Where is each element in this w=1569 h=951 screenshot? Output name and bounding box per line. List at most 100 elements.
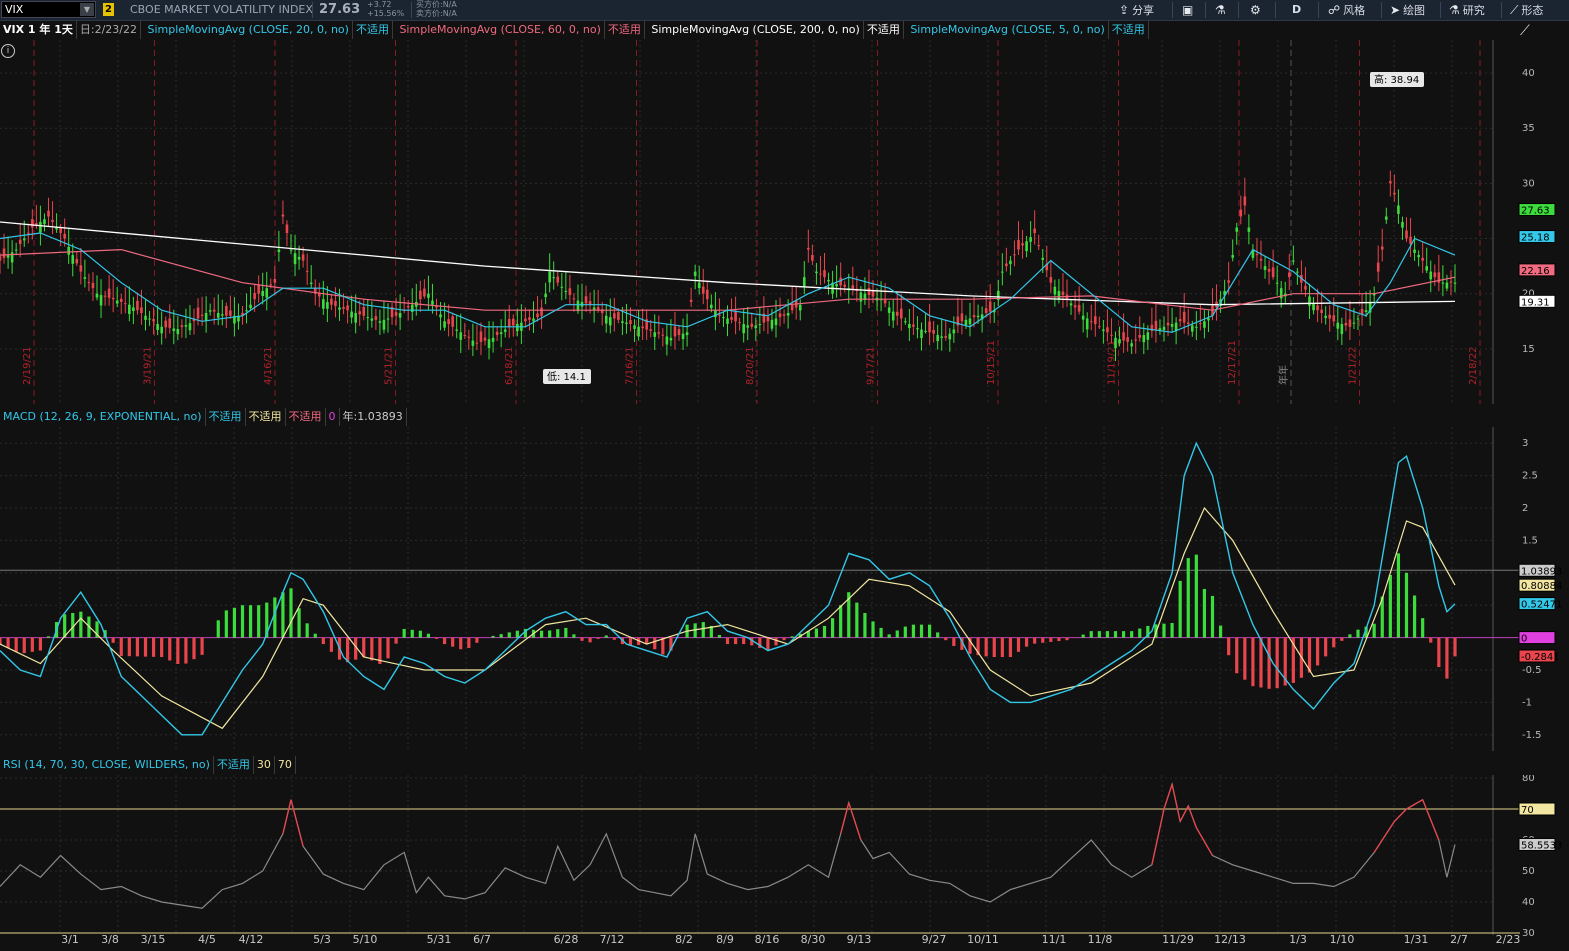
macd-histogram-bar xyxy=(224,610,228,638)
candle-body xyxy=(447,319,450,325)
macd-histogram-bar xyxy=(394,637,398,644)
macd-histogram-bar xyxy=(1315,637,1320,666)
candle-body xyxy=(1102,329,1105,332)
candle-body xyxy=(2,248,6,258)
expiry-date-label: 10/15/21 xyxy=(986,340,997,385)
candle-body xyxy=(370,318,374,321)
candle-body xyxy=(410,304,414,312)
candle-body xyxy=(1287,272,1291,278)
candle-body xyxy=(277,249,281,253)
macd-label[interactable]: MACD (12, 26, 9, EXPONENTIAL, no) xyxy=(0,408,206,426)
candle-body xyxy=(657,332,661,334)
candle-body xyxy=(354,313,357,323)
bid-ask-block: 买方价:N/A 卖方价:N/A xyxy=(416,0,457,18)
candle-body xyxy=(516,324,519,332)
candle-body xyxy=(552,277,556,279)
candle-body xyxy=(592,307,596,310)
rsi-overbought-segment xyxy=(1171,784,1181,822)
macd-histogram-bar xyxy=(790,636,794,638)
x-tick-label: 8/16 xyxy=(755,933,780,946)
flask-button[interactable]: ⚗ xyxy=(1215,2,1229,18)
settings-button[interactable]: ⚙ xyxy=(1250,2,1264,18)
candle-body xyxy=(14,249,18,251)
candle-body xyxy=(293,253,297,265)
candle-body xyxy=(661,334,665,336)
divider xyxy=(1238,2,1239,18)
study-sma60-value: 不适用 xyxy=(605,21,645,39)
candle-body xyxy=(1077,304,1081,312)
candle-body xyxy=(156,324,159,330)
macd-histogram-bar xyxy=(434,637,439,639)
candle-body xyxy=(1429,271,1433,280)
style-button[interactable]: ☍ 风格 xyxy=(1328,2,1365,18)
gear-icon: ⚙ xyxy=(1250,3,1261,17)
candle-body xyxy=(419,290,422,300)
study-sma20[interactable]: SimpleMovingAvg (CLOSE, 20, 0, no) xyxy=(145,21,353,39)
macd-histogram-bar xyxy=(1041,637,1045,643)
expiry-date-label: 1/21/22 xyxy=(1348,346,1359,385)
candle-body xyxy=(1417,255,1420,258)
period-button[interactable]: D xyxy=(1292,2,1301,18)
study-sma60[interactable]: SimpleMovingAvg (CLOSE, 60, 0, no) xyxy=(396,21,605,39)
pattern-icon: ⟋ xyxy=(1510,3,1519,17)
candle-body xyxy=(220,314,224,316)
macd-histogram-bar xyxy=(1275,637,1279,689)
candle-body xyxy=(204,313,208,321)
candle-body xyxy=(653,332,657,337)
x-tick-label: 6/7 xyxy=(473,933,491,946)
study-sma5[interactable]: SimpleMovingAvg (CLOSE, 5, 0, no) xyxy=(907,21,1109,39)
snapshot-button[interactable]: ▣ xyxy=(1182,2,1196,18)
candle-body xyxy=(677,329,681,336)
candle-body xyxy=(1409,236,1412,245)
macd-histogram-bar xyxy=(612,637,616,640)
chart-mode-icon[interactable]: ⟋ xyxy=(1520,23,1530,39)
rsi-label[interactable]: RSI (14, 70, 30, CLOSE, WILDERS, no) xyxy=(0,756,214,774)
candle-body xyxy=(26,232,30,234)
price-tag-1: 58.5533 xyxy=(1521,840,1562,851)
candle-body xyxy=(374,316,378,320)
candle-body xyxy=(253,292,256,300)
share-button[interactable]: ⇪ 分享 xyxy=(1119,2,1154,18)
y-tick-label: 80 xyxy=(1522,775,1535,784)
candle-body xyxy=(1267,269,1271,272)
camera-icon: ▣ xyxy=(1182,3,1194,17)
candle-body xyxy=(1069,303,1073,306)
link-badge[interactable]: 2 xyxy=(103,3,114,16)
candle-body xyxy=(964,319,968,326)
y-tick-label: 15 xyxy=(1522,344,1535,355)
macd-histogram-bar xyxy=(1000,637,1004,658)
studies-button[interactable]: ⚗ 研究 xyxy=(1449,2,1485,18)
macd-value-0: 不适用 xyxy=(206,408,246,426)
flask-icon: ⚗ xyxy=(1449,3,1460,17)
symbol-input[interactable]: VIX ▼ xyxy=(1,1,96,18)
macd-histogram-bar xyxy=(814,628,819,638)
candle-body xyxy=(1073,305,1077,308)
study-sma200[interactable]: SimpleMovingAvg (CLOSE, 200, 0, no) xyxy=(648,21,864,39)
candle-body xyxy=(1057,290,1061,300)
patterns-button[interactable]: ⟋ 形态 xyxy=(1510,2,1543,18)
candle-body xyxy=(51,219,54,222)
macd-histogram-bar xyxy=(418,630,422,638)
x-tick-label: 2/7 xyxy=(1450,933,1468,946)
candle-body xyxy=(1122,332,1125,341)
candle-body xyxy=(366,317,370,319)
macd-histogram-bar xyxy=(22,637,26,654)
chevron-down-icon[interactable]: ▼ xyxy=(80,3,94,16)
macd-histogram-bar xyxy=(863,612,867,638)
macd-histogram-bar xyxy=(1178,580,1182,638)
candle-body xyxy=(1085,318,1089,330)
rsi-chart: 30405060807058.55333/13/83/154/54/125/35… xyxy=(0,775,1562,946)
macd-histogram-bar xyxy=(160,637,164,658)
drawing-button[interactable]: ➤ 绘图 xyxy=(1390,2,1425,18)
candle-body xyxy=(548,271,551,283)
macd-histogram-bar xyxy=(370,637,374,661)
candle-body xyxy=(71,255,75,264)
macd-histogram-bar xyxy=(936,632,940,638)
macd-histogram-bar xyxy=(135,637,140,657)
candle-body xyxy=(976,315,980,318)
candle-body xyxy=(843,284,847,287)
macd-histogram-bar xyxy=(903,626,907,638)
rsi-overbought-segment xyxy=(1163,783,1173,810)
candle-body xyxy=(1049,277,1053,283)
candle-body xyxy=(835,284,838,287)
